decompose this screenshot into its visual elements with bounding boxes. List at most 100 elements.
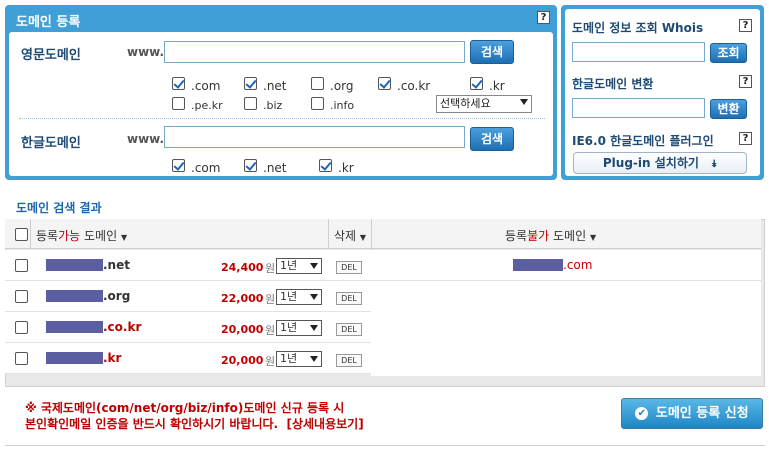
apply-register-button[interactable]: ✔ 도메인 등록 신청 [621,398,763,429]
chevron-down-icon [520,99,528,105]
sort-down-icon: ▼ [120,233,128,242]
register-help-icon[interactable]: ? [537,11,550,24]
col-divider [30,219,31,249]
korean-tld-checkbox-com[interactable] [172,159,185,172]
whois-input[interactable] [572,42,705,62]
masked-domain [46,259,103,271]
domain-tld: .org [103,289,131,303]
period-select[interactable]: 1년 [276,289,322,305]
tld-checkbox-biz[interactable] [244,97,257,110]
masked-domain [513,259,563,271]
price: 24,400 [221,261,264,274]
domain-tld: .co.kr [103,320,142,334]
chevron-down-icon [310,356,318,362]
whois-help-icon[interactable]: ? [739,19,752,32]
list-item: .com [371,250,761,281]
whois-panel: 도메인 정보 조회 Whois ? 조회 한글도메인 변환 ? 변환 IE6.0… [561,5,764,180]
table-row: .org 22,000 원 1년 DEL [5,281,371,312]
apply-register-label: 도메인 등록 신청 [655,406,749,421]
tld-checkbox-org[interactable] [311,77,324,90]
table-row: .kr 20,000 원 1년 DEL [5,343,371,374]
tld-checkbox-pekr[interactable] [172,97,185,110]
english-search-button[interactable]: 검색 [470,40,514,64]
table-row: .co.kr 20,000 원 1년 DEL [5,312,371,343]
results-grid: 등록가능 도메인 ▼ 삭제 ▼ 등록불가 도메인 ▼ .net 24,400 원… [5,219,761,376]
plugin-install-label: Plug-in 설치하기 [602,156,699,170]
table-row: .net 24,400 원 1년 DEL [5,250,371,281]
notice-detail-link[interactable]: [상세내용보기] [286,417,363,431]
korean-domain-label: 한글도메인 [21,136,81,151]
delete-button[interactable]: DEL [336,292,362,305]
english-domain-input[interactable] [164,41,465,63]
unavailable-header[interactable]: 등록불가 도메인 ▼ [505,227,596,244]
delete-button[interactable]: DEL [336,261,362,274]
unavailable-list: .com [371,250,761,376]
domain-register-panel: 도메인 등록 ? 영문도메인 www. 검색 .com .net .org .c… [5,5,557,180]
convert-button[interactable]: 변환 [710,99,747,119]
domain-tld: .net [103,258,130,272]
row-checkbox[interactable] [15,352,28,365]
delete-header[interactable]: 삭제 ▼ [334,227,366,244]
whois-title: 도메인 정보 조회 Whois [572,21,704,35]
whois-lookup-button[interactable]: 조회 [710,43,747,63]
plugin-install-button[interactable]: Plug-in 설치하기 ⯯ [573,152,747,174]
row-checkbox[interactable] [15,290,28,303]
row-checkbox[interactable] [15,259,28,272]
period-select[interactable]: 1년 [276,351,322,367]
tld-checkbox-info[interactable] [311,97,324,110]
results-header: 등록가능 도메인 ▼ 삭제 ▼ 등록불가 도메인 ▼ [5,219,761,249]
masked-domain [46,352,103,364]
row-checkbox[interactable] [15,321,28,334]
masked-domain [46,321,103,333]
tld-label-org: .org [330,79,354,93]
tld-label-cokr: .co.kr [397,79,431,93]
more-tld-select-value: 선택하세요 [440,97,491,110]
korean-search-button[interactable]: 검색 [470,127,514,151]
unavailable-tld: .com [563,258,593,272]
price-unit: 원 [265,324,276,337]
sort-down-icon: ▼ [589,233,597,242]
tld-label-com: .com [191,79,221,93]
convert-input[interactable] [572,98,705,118]
chevron-down-icon [310,263,318,269]
english-www-prefix: www. [127,45,165,59]
chevron-down-icon [310,325,318,331]
korean-domain-input[interactable] [164,126,465,148]
korean-tld-checkbox-kr[interactable] [319,159,332,172]
korean-www-prefix: www. [127,132,165,146]
whois-inner: 도메인 정보 조회 Whois ? 조회 한글도메인 변환 ? 변환 IE6.0… [565,9,760,176]
tld-label-info: .info [330,99,355,112]
plugin-help-icon[interactable]: ? [739,132,752,145]
tld-checkbox-com[interactable] [172,77,185,90]
korean-tld-label-kr: .kr [338,161,354,175]
more-tld-select[interactable]: 선택하세요 [436,95,532,113]
notice-line-2: 본인확인메일 인증을 반드시 확인하시기 바랍니다. [상세내용보기] [25,417,364,431]
convert-title: 한글도메인 변환 [572,77,654,91]
convert-help-icon[interactable]: ? [739,75,752,88]
tld-checkbox-kr[interactable] [470,77,483,90]
register-form: 영문도메인 www. 검색 .com .net .org .co.kr .kr … [9,32,553,176]
price: 20,000 [221,323,264,336]
price-unit: 원 [265,262,276,275]
tld-label-net: .net [263,79,287,93]
bottom-divider [5,445,765,446]
english-domain-label: 영문도메인 [21,48,81,63]
col-divider [328,219,329,249]
price: 22,000 [221,292,264,305]
available-header[interactable]: 등록가능 도메인 ▼ [36,227,127,244]
tld-label-biz: .biz [263,99,283,112]
period-select[interactable]: 1년 [276,258,322,274]
plugin-title: IE6.0 한글도메인 플러그인 [572,134,714,148]
tld-checkbox-cokr[interactable] [378,77,391,90]
korean-tld-checkbox-net[interactable] [244,159,257,172]
period-select[interactable]: 1년 [276,320,322,336]
section-divider [19,118,545,119]
results-title: 도메인 검색 결과 [16,201,102,215]
price-unit: 원 [265,293,276,306]
notice-line-1: ※ 국제도메인(com/net/org/biz/info)도메인 신규 등록 시 [25,401,345,415]
select-all-checkbox[interactable] [15,228,28,241]
masked-domain [46,290,103,302]
delete-button[interactable]: DEL [336,354,362,367]
delete-button[interactable]: DEL [336,323,362,336]
tld-checkbox-net[interactable] [244,77,257,90]
